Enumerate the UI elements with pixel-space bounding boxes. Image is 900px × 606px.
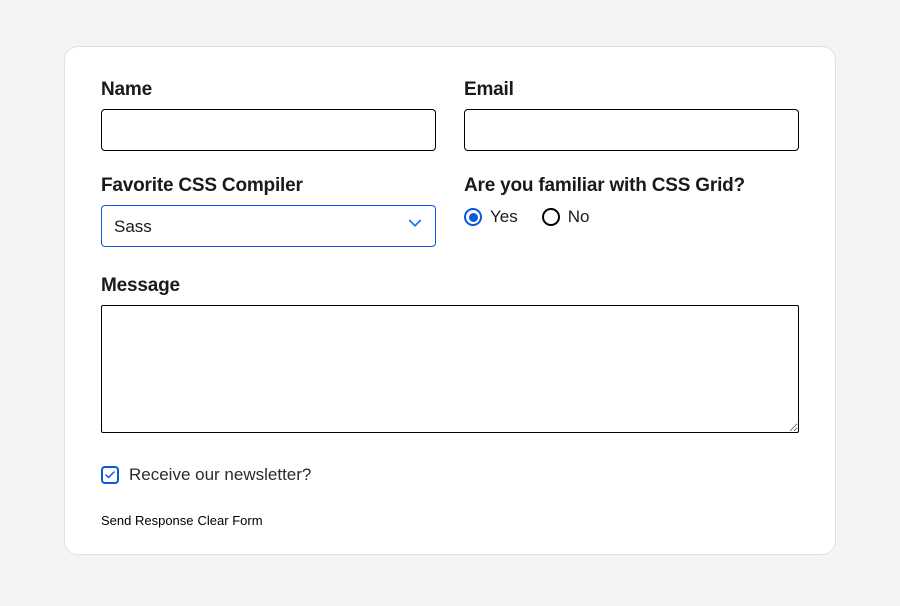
field-email: Email xyxy=(464,79,799,151)
compiler-label: Favorite CSS Compiler xyxy=(101,175,436,197)
email-field[interactable] xyxy=(464,109,799,151)
grid-radio-group: Yes No xyxy=(464,207,799,227)
field-message: Message xyxy=(101,275,799,433)
field-grid-familiar: Are you familiar with CSS Grid? Yes No xyxy=(464,175,799,247)
form-card: Name Email Favorite CSS Compiler Sass Ar… xyxy=(64,46,836,555)
newsletter-checkbox[interactable] xyxy=(101,466,119,484)
grid-label: Are you familiar with CSS Grid? xyxy=(464,175,799,197)
field-compiler: Favorite CSS Compiler Sass xyxy=(101,175,436,247)
clear-form-button[interactable]: Clear Form xyxy=(198,513,263,528)
message-textarea[interactable] xyxy=(101,305,799,433)
send-response-button[interactable]: Send Response xyxy=(101,513,194,528)
row-compiler-grid: Favorite CSS Compiler Sass Are you famil… xyxy=(101,175,799,247)
radio-yes-label: Yes xyxy=(490,207,518,227)
form-actions: Send Response Clear Form xyxy=(101,513,799,528)
compiler-select-wrap: Sass xyxy=(101,205,436,247)
name-input[interactable] xyxy=(101,109,436,151)
email-label: Email xyxy=(464,79,799,101)
radio-item-no[interactable]: No xyxy=(542,207,590,227)
name-label: Name xyxy=(101,79,436,101)
newsletter-label[interactable]: Receive our newsletter? xyxy=(129,465,311,485)
row-name-email: Name Email xyxy=(101,79,799,151)
newsletter-row: Receive our newsletter? xyxy=(101,465,799,485)
check-icon xyxy=(104,469,116,481)
compiler-select[interactable]: Sass xyxy=(101,205,436,247)
field-name: Name xyxy=(101,79,436,151)
radio-yes xyxy=(464,208,482,226)
radio-item-yes[interactable]: Yes xyxy=(464,207,518,227)
radio-no-label: No xyxy=(568,207,590,227)
radio-no xyxy=(542,208,560,226)
message-label: Message xyxy=(101,275,799,297)
